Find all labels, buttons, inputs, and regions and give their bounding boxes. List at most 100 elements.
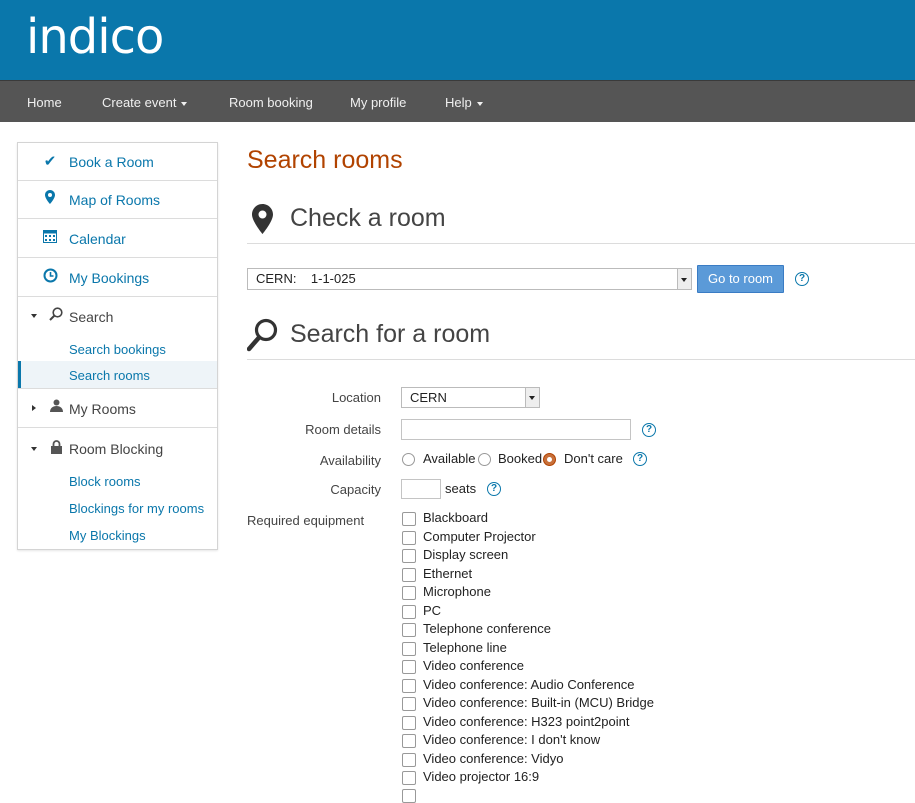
clock-icon (42, 268, 58, 287)
availability-option-label: Available (423, 451, 476, 466)
sidebar-item-label: Calendar (69, 231, 126, 247)
availability-option-label: Booked (498, 451, 543, 466)
equipment-label: Display screen (423, 547, 509, 562)
equipment-checkbox[interactable] (402, 679, 416, 693)
sidebar-item-search-bookings[interactable]: Search bookings (69, 342, 166, 357)
location-label: Location (331, 390, 381, 405)
sidebar-group-room-blocking: Room Blocking Block rooms Blockings for … (18, 428, 217, 549)
room-select-value: CERN: 1-1-025 (256, 271, 356, 286)
equipment-checkbox[interactable] (402, 642, 416, 656)
equipment-label: Telephone line (423, 640, 507, 655)
lock-icon (48, 440, 64, 458)
equipment-label: Video conference (423, 658, 524, 673)
search-room-heading: Search for a room (290, 320, 491, 348)
equipment-label: Video projector 16:9 (423, 769, 540, 784)
equipment-label: Ethernet (423, 566, 473, 581)
equipment-checkbox[interactable] (402, 605, 416, 619)
help-icon[interactable]: ? (487, 482, 501, 496)
equipment-checkbox[interactable] (402, 531, 416, 545)
expanded-caret-icon (31, 447, 37, 451)
location-select-value: CERN (410, 390, 447, 405)
indico-logo[interactable]: indico (26, 2, 164, 72)
equipment-label: Telephone conference (423, 621, 551, 636)
check-room-heading: Check a room (290, 204, 446, 232)
equipment-label: Video conference: Built-in (MCU) Bridge (423, 695, 654, 710)
main-navbar: Home Create event Room booking My profil… (0, 80, 915, 122)
go-to-room-button[interactable]: Go to room (697, 265, 784, 293)
equipment-label: Microphone (423, 584, 491, 599)
sidebar-item-calendar[interactable]: Calendar (18, 219, 217, 258)
equipment-checkbox[interactable] (402, 623, 416, 637)
sidebar-item-my-blockings[interactable]: My Blockings (69, 528, 146, 543)
sidebar-item-label: Book a Room (69, 154, 154, 170)
calendar-icon (42, 229, 58, 247)
nav-my-profile[interactable]: My profile (350, 81, 406, 122)
map-marker-icon (252, 204, 273, 239)
sidebar: ✔ Book a Room Map of Rooms Calendar My B… (17, 142, 218, 550)
sidebar-item-label: My Bookings (69, 270, 150, 286)
availability-label: Availability (319, 453, 381, 468)
equipment-label: PC (423, 603, 442, 618)
chevron-down-icon (525, 388, 539, 407)
map-marker-icon (42, 190, 58, 208)
sidebar-item-my-bookings[interactable]: My Bookings (18, 258, 217, 297)
required-equipment-label: Required equipment (247, 513, 365, 528)
seats-label: seats (445, 481, 477, 496)
capacity-input[interactable] (401, 479, 441, 499)
equipment-checkbox[interactable] (402, 660, 416, 674)
location-select[interactable]: CERN (401, 387, 540, 408)
equipment-checkbox[interactable] (402, 512, 416, 526)
nav-create-event-label: Create event (102, 95, 177, 110)
equipment-checkbox[interactable] (402, 789, 416, 803)
room-details-label: Room details (305, 422, 381, 437)
nav-home[interactable]: Home (27, 81, 62, 122)
sidebar-item-block-rooms[interactable]: Block rooms (69, 474, 141, 489)
equipment-label: Video conference: H323 point2point (423, 714, 630, 729)
availability-option-label: Don't care (564, 451, 623, 466)
equipment-checkbox[interactable] (402, 549, 416, 563)
expanded-caret-icon (31, 314, 37, 318)
equipment-label: Video conference: I don't know (423, 732, 601, 747)
sidebar-item-blockings-my-rooms[interactable]: Blockings for my rooms (69, 501, 204, 516)
equipment-checkbox[interactable] (402, 697, 416, 711)
equipment-checkbox[interactable] (402, 568, 416, 582)
equipment-checkbox[interactable] (402, 753, 416, 767)
search-icon (48, 307, 64, 325)
availability-radio-booked[interactable] (478, 453, 491, 466)
help-icon[interactable]: ? (642, 423, 656, 437)
sidebar-group-label[interactable]: Search (69, 309, 113, 325)
equipment-label: Blackboard (423, 510, 489, 525)
sidebar-item-label: My Rooms (69, 401, 136, 417)
chevron-down-icon (181, 101, 188, 106)
sidebar-group-my-rooms[interactable]: My Rooms (18, 389, 217, 428)
room-details-input[interactable] (401, 419, 631, 440)
availability-radio-dont-care[interactable] (543, 453, 556, 466)
help-icon[interactable]: ? (633, 452, 647, 466)
chevron-down-icon (677, 269, 691, 289)
equipment-label: Computer Projector (423, 529, 536, 544)
nav-create-event[interactable]: Create event (102, 81, 188, 122)
sidebar-item-book-room[interactable]: ✔ Book a Room (18, 143, 217, 181)
equipment-checkbox[interactable] (402, 716, 416, 730)
sidebar-group-label[interactable]: Room Blocking (69, 441, 163, 457)
room-select[interactable]: CERN: 1-1-025 (247, 268, 692, 290)
user-icon (48, 399, 64, 416)
equipment-checkbox[interactable] (402, 771, 416, 785)
availability-radio-available[interactable] (402, 453, 415, 466)
equipment-label: Video conference: Vidyo (423, 751, 564, 766)
app-header: indico (0, 0, 915, 80)
page-title: Search rooms (247, 146, 403, 174)
equipment-checkbox[interactable] (402, 734, 416, 748)
nav-room-booking[interactable]: Room booking (229, 81, 313, 122)
equipment-label: Video conference: Audio Conference (423, 677, 635, 692)
equipment-checkbox[interactable] (402, 586, 416, 600)
sidebar-item-label: Map of Rooms (69, 192, 161, 208)
chevron-down-icon (476, 101, 483, 106)
check-icon: ✔ (43, 153, 57, 170)
nav-help[interactable]: Help (445, 81, 483, 122)
section-divider (247, 243, 915, 244)
sidebar-item-search-rooms[interactable]: Search rooms (69, 368, 150, 383)
help-icon[interactable]: ? (795, 272, 809, 286)
sidebar-item-map-rooms[interactable]: Map of Rooms (18, 181, 217, 219)
section-divider (247, 359, 915, 360)
